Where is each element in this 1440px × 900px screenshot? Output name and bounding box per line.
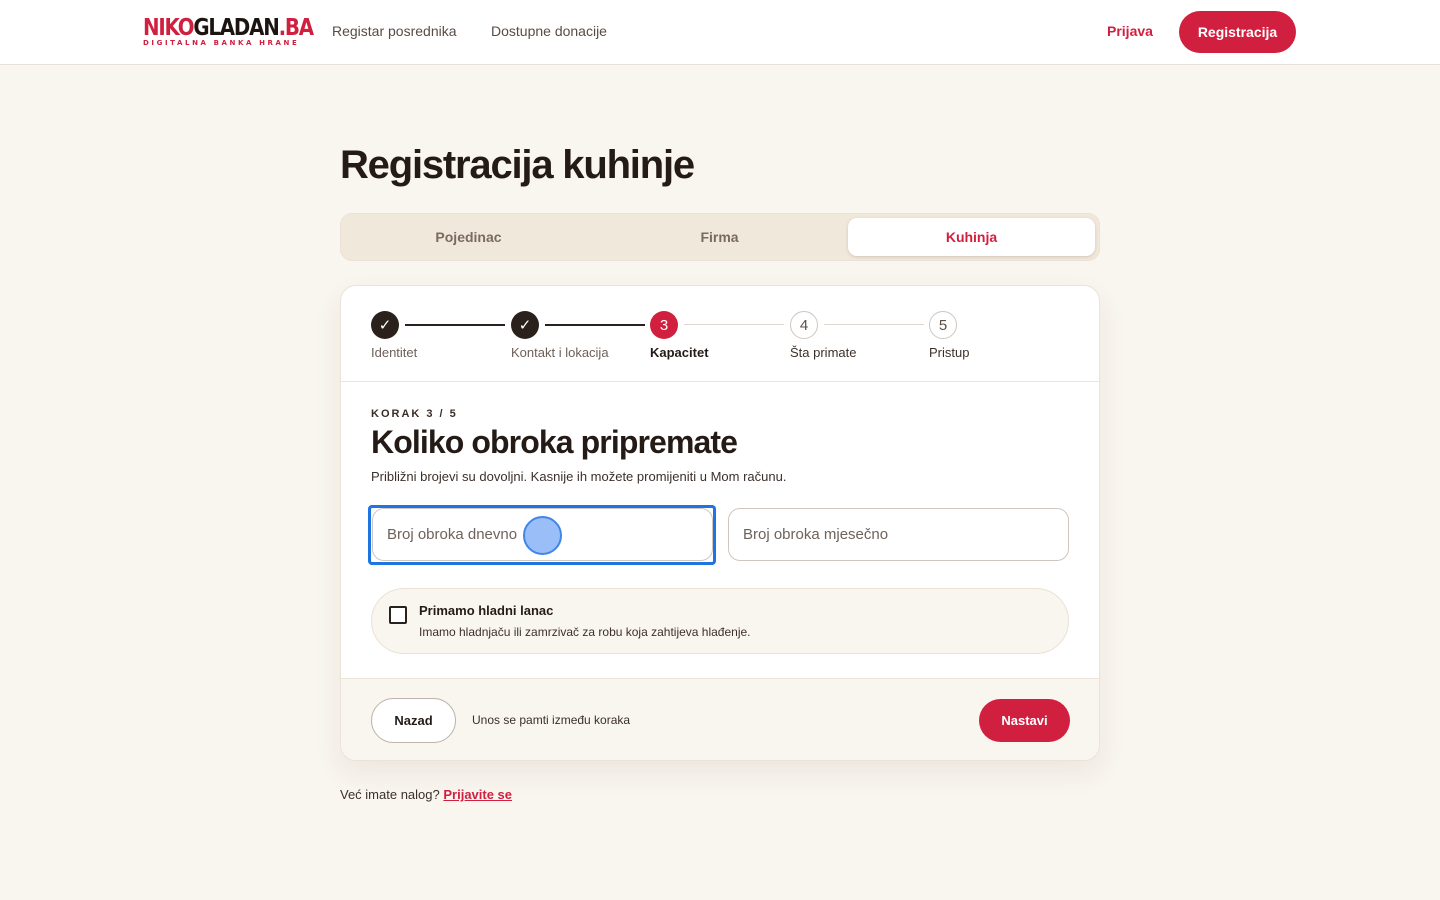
monthly-meals-input[interactable] [728, 508, 1069, 561]
page-title: Registracija kuhinje [340, 143, 695, 187]
cold-chain-option[interactable]: Primamo hladni lanac Imamo hladnjaču ili… [371, 588, 1069, 654]
cold-chain-title: Primamo hladni lanac [419, 603, 554, 618]
logo-wordmark: NIKOGLADAN.BA [143, 15, 314, 41]
top-header: NIKOGLADAN.BA DIGITALNA BANKA HRANE Regi… [0, 0, 1440, 65]
registration-type-tabs: Pojedinac Firma Kuhinja [340, 213, 1100, 261]
cold-chain-checkbox[interactable] [389, 606, 407, 624]
step-subtitle: Približni brojevi su dovoljni. Kasnije i… [371, 469, 787, 484]
step-5-label: Pristup [929, 345, 970, 360]
step-2-check-icon: ✓ [511, 311, 539, 339]
login-prompt-text: Već imate nalog? [340, 787, 440, 802]
step-2-label: Kontakt i lokacija [511, 345, 609, 360]
login-prompt: Već imate nalog? Prijavite se [340, 787, 512, 802]
step-3-number: 3 [650, 311, 678, 339]
next-button[interactable]: Nastavi [979, 699, 1070, 742]
mouse-cursor-indicator [523, 516, 562, 555]
step-connector [545, 324, 645, 326]
site-logo[interactable]: NIKOGLADAN.BA DIGITALNA BANKA HRANE [143, 15, 314, 48]
step-connector [824, 324, 924, 325]
step-3-label: Kapacitet [650, 345, 709, 360]
nav-link-registar-posrednika[interactable]: Registar posrednika [332, 23, 457, 39]
card-footer: Nazad Unos se pamti između koraka Nastav… [341, 678, 1099, 760]
step-title: Koliko obroka pripremate [371, 424, 738, 460]
register-button[interactable]: Registracija [1179, 11, 1296, 53]
step-1-label: Identitet [371, 345, 418, 360]
step-kicker: KORAK 3 / 5 [371, 408, 458, 420]
login-prompt-link[interactable]: Prijavite se [443, 787, 512, 802]
footer-note: Unos se pamti između koraka [472, 713, 631, 727]
back-button[interactable]: Nazad [371, 698, 456, 743]
login-link[interactable]: Prijava [1107, 23, 1153, 39]
tab-pojedinac[interactable]: Pojedinac [345, 218, 592, 256]
step-connector [684, 324, 784, 325]
stepper-divider [341, 381, 1099, 382]
step-5-number: 5 [929, 311, 957, 339]
cold-chain-description: Imamo hladnjaču ili zamrzivač za robu ko… [419, 625, 751, 639]
tab-kuhinja[interactable]: Kuhinja [848, 218, 1095, 256]
step-4-number: 4 [790, 311, 818, 339]
step-connector [405, 324, 505, 326]
tab-firma[interactable]: Firma [596, 218, 843, 256]
registration-card: ✓ ✓ 3 4 5 Identitet Kontakt i lokacija K… [340, 285, 1100, 761]
step-4-label: Šta primate [790, 345, 857, 360]
step-1-check-icon: ✓ [371, 311, 399, 339]
monthly-meals-wrapper [728, 508, 1069, 561]
nav-link-dostupne-donacije[interactable]: Dostupne donacije [491, 23, 607, 39]
